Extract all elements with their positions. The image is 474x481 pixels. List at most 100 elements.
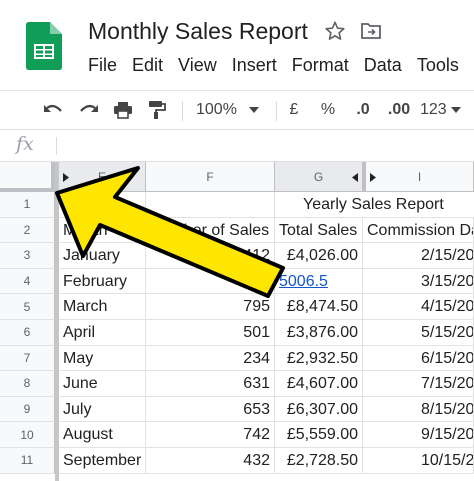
dropdown-icon: [248, 107, 259, 113]
redo-icon[interactable]: [76, 99, 102, 121]
cell-month[interactable]: Month: [59, 217, 146, 244]
frozen-column-divider[interactable]: [55, 162, 59, 481]
expand-column-icon[interactable]: [352, 173, 358, 182]
cell-month[interactable]: February: [59, 268, 146, 295]
row-header[interactable]: 8: [0, 371, 55, 397]
row-header[interactable]: 5: [0, 294, 55, 320]
column-header-F[interactable]: F: [146, 162, 275, 192]
menu-view[interactable]: View: [178, 53, 217, 77]
menu-format[interactable]: Format: [292, 53, 349, 77]
cell-number-of-sales[interactable]: 795: [146, 294, 275, 320]
move-to-folder-icon[interactable]: [360, 21, 382, 41]
menu-tools[interactable]: Tools: [417, 53, 459, 77]
formula-input[interactable]: [64, 130, 464, 161]
toolbar-separator: [276, 101, 277, 121]
more-formats-select[interactable]: 123: [420, 99, 470, 121]
menu-edit[interactable]: Edit: [132, 53, 163, 77]
sheet-title-cell[interactable]: Yearly Sales Report: [275, 192, 474, 218]
cell-total-sales[interactable]: £6,307.00: [275, 396, 363, 423]
title-bar: Monthly Sales Report File Edit View Inse…: [0, 0, 474, 90]
formula-separator: [56, 137, 57, 155]
cell-commission-date[interactable]: 10/15/2019: [363, 448, 474, 474]
select-all-corner[interactable]: [0, 162, 55, 192]
print-icon[interactable]: [110, 99, 136, 121]
cell-commission-date[interactable]: Commission Date: [363, 217, 474, 244]
cell-month[interactable]: May: [59, 345, 146, 372]
toolbar: 100% £ % .0 .00 123: [0, 90, 474, 130]
column-label: F: [206, 169, 214, 184]
column-label: I: [417, 169, 422, 184]
cell-total-sales[interactable]: £4,607.00: [275, 371, 363, 397]
cell-commission-date[interactable]: 5/15/2019: [363, 320, 474, 346]
cell-total-sales[interactable]: Total Sales: [275, 217, 363, 244]
cell-month[interactable]: January: [59, 243, 146, 269]
cell-month[interactable]: August: [59, 422, 146, 448]
menu-bar: File Edit View Insert Format Data Tools: [88, 53, 474, 77]
cell-commission-date[interactable]: 6/15/2019: [363, 345, 474, 372]
cell-total-sales[interactable]: £4,026.00: [275, 243, 363, 269]
cell-commission-date[interactable]: 3/15/2019: [363, 268, 474, 295]
menu-data[interactable]: Data: [364, 53, 402, 77]
cell-month[interactable]: June: [59, 371, 146, 397]
cell-total-sales[interactable]: £2,728.50: [275, 448, 363, 474]
menu-file[interactable]: File: [88, 53, 117, 77]
cell-total-sales[interactable]: £5,559.00: [275, 422, 363, 448]
toolbar-separator: [182, 101, 183, 121]
percent-button[interactable]: %: [318, 99, 338, 121]
cell-commission-date[interactable]: 9/15/2019: [363, 422, 474, 448]
column-label: G: [313, 169, 324, 184]
cell-commission-date[interactable]: 7/15/2019: [363, 371, 474, 397]
cell-total-sales[interactable]: £2,932.50: [275, 345, 363, 372]
cell-number-of-sales[interactable]: 234: [146, 345, 275, 372]
cell-number-of-sales[interactable]: 432: [146, 448, 275, 474]
zoom-value: 100%: [196, 101, 237, 118]
column-label: E: [97, 169, 106, 184]
menu-insert[interactable]: Insert: [232, 53, 277, 77]
undo-icon[interactable]: [40, 99, 66, 121]
row-header[interactable]: 2: [0, 217, 55, 244]
row-header[interactable]: 9: [0, 396, 55, 423]
row-header[interactable]: 7: [0, 345, 55, 372]
cell-total-sales[interactable]: 5006.5: [275, 268, 363, 295]
document-title[interactable]: Monthly Sales Report: [88, 18, 308, 45]
column-header-G[interactable]: G: [275, 162, 363, 192]
row-header[interactable]: 11: [0, 448, 55, 474]
star-icon[interactable]: [324, 20, 346, 42]
fx-icon: fx: [16, 133, 34, 155]
cell-number-of-sales[interactable]: 489: [146, 268, 275, 295]
paint-format-icon[interactable]: [144, 99, 170, 121]
cell-month[interactable]: September: [59, 448, 146, 474]
cell-month[interactable]: April: [59, 320, 146, 346]
cell-commission-date[interactable]: 2/15/2019: [363, 243, 474, 269]
expand-column-icon[interactable]: [63, 173, 69, 182]
column-header-I[interactable]: I: [363, 162, 474, 192]
cell-commission-date[interactable]: 4/15/2019: [363, 294, 474, 320]
cell-total-sales[interactable]: £3,876.00: [275, 320, 363, 346]
decrease-decimals-button[interactable]: .0: [350, 99, 376, 121]
currency-button[interactable]: £: [284, 99, 304, 121]
row-header[interactable]: 4: [0, 268, 55, 295]
cell-number-of-sales[interactable]: 412: [146, 243, 275, 269]
cell-commission-date[interactable]: 8/15/2019: [363, 396, 474, 423]
cell-total-sales[interactable]: £8,474.50: [275, 294, 363, 320]
cell-number-of-sales[interactable]: 501: [146, 320, 275, 346]
cell-number-of-sales[interactable]: 653: [146, 396, 275, 423]
increase-decimals-button[interactable]: .00: [384, 99, 414, 121]
row-header[interactable]: 6: [0, 320, 55, 346]
cell-month[interactable]: [59, 192, 146, 218]
column-header-E[interactable]: E: [59, 162, 146, 192]
zoom-select[interactable]: 100%: [196, 99, 266, 121]
row-header[interactable]: 1: [0, 192, 55, 218]
row-header[interactable]: 3: [0, 243, 55, 269]
expand-column-icon[interactable]: [370, 173, 376, 182]
cell-number-of-sales[interactable]: 742: [146, 422, 275, 448]
cell-number-of-sales[interactable]: 631: [146, 371, 275, 397]
cell-number-of-sales[interactable]: Number of Sales: [146, 217, 275, 244]
cell-month[interactable]: July: [59, 396, 146, 423]
row-header[interactable]: 10: [0, 422, 55, 448]
more-formats-label: 123: [420, 101, 447, 118]
cell-number-of-sales[interactable]: [146, 192, 275, 218]
cell-month[interactable]: March: [59, 294, 146, 320]
dropdown-icon: [450, 107, 461, 113]
sheets-logo[interactable]: [26, 22, 62, 70]
